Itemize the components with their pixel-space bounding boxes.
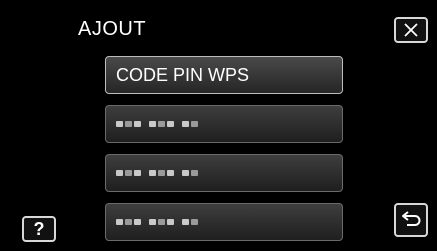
help-label: ? xyxy=(33,218,45,239)
page-title: AJOUT xyxy=(78,18,147,40)
menu-item-disabled-3 xyxy=(105,203,343,241)
screen: AJOUT CODE PIN WPS ? xyxy=(0,0,437,251)
menu-item-disabled-2 xyxy=(105,154,343,192)
menu-item-disabled-1 xyxy=(105,105,343,143)
back-button[interactable] xyxy=(394,203,428,237)
close-icon xyxy=(404,23,418,37)
placeholder-glyphs xyxy=(116,219,198,225)
menu-item-label: CODE PIN WPS xyxy=(116,64,250,85)
placeholder-glyphs xyxy=(116,121,198,127)
menu-item-code-pin-wps[interactable]: CODE PIN WPS xyxy=(105,56,343,94)
placeholder-glyphs xyxy=(116,170,198,176)
back-arrow-icon xyxy=(402,211,421,226)
help-button[interactable]: ? xyxy=(22,216,56,242)
close-button[interactable] xyxy=(394,17,428,43)
